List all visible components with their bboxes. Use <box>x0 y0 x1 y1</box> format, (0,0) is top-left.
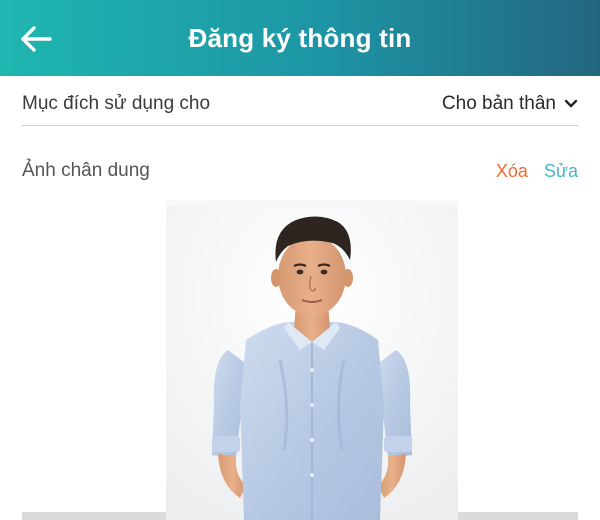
bottom-bar-right <box>458 512 578 520</box>
person-portrait-image <box>166 200 458 520</box>
chevron-down-icon <box>564 99 578 107</box>
portrait-actions: Xóa Sửa <box>496 161 578 182</box>
purpose-value: Cho bản thân <box>441 92 556 114</box>
portrait-label: Ảnh chân dung <box>22 160 150 181</box>
back-button[interactable] <box>18 22 54 56</box>
app-header: Đăng ký thông tin <box>0 0 600 76</box>
edit-photo-button[interactable]: Sửa <box>544 161 578 182</box>
purpose-field: Mục đích sử dụng cho Cho bản thân <box>22 82 578 126</box>
delete-photo-button[interactable]: Xóa <box>496 161 528 182</box>
bottom-bar-left <box>22 512 166 520</box>
purpose-label: Mục đích sử dụng cho <box>22 92 211 114</box>
portrait-section-header: Ảnh chân dung Xóa Sửa <box>22 156 578 186</box>
page-title: Đăng ký thông tin <box>188 22 412 53</box>
portrait-photo[interactable] <box>166 200 458 520</box>
arrow-left-icon <box>21 26 52 52</box>
purpose-dropdown[interactable]: Cho bản thân <box>442 93 578 115</box>
